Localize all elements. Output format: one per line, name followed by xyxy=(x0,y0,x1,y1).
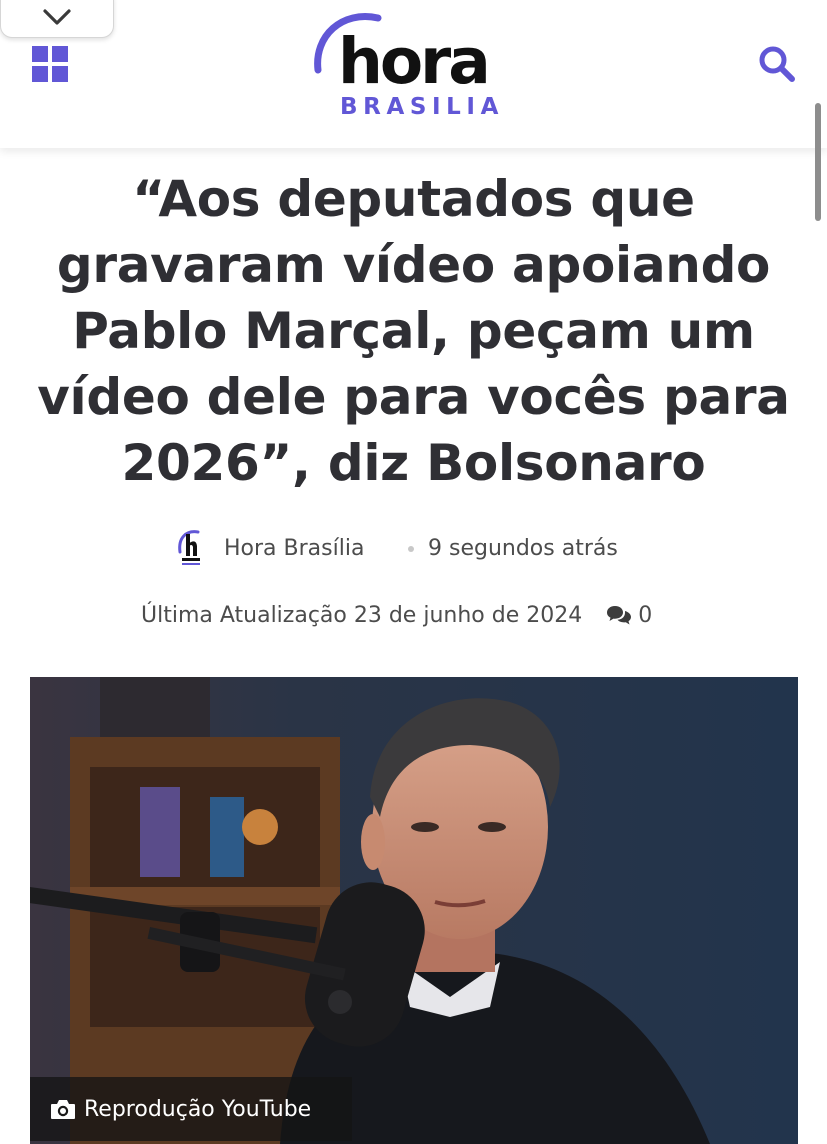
article-title: “Aos deputados que gravaram vídeo apoian… xyxy=(37,170,790,492)
camera-icon xyxy=(51,1100,75,1119)
site-logo[interactable]: hora BRASILIA xyxy=(312,8,522,128)
comment-count: 0 xyxy=(638,602,653,628)
caption-text: Reprodução YouTube xyxy=(84,1096,312,1122)
comments-icon xyxy=(607,606,632,625)
grid-icon[interactable] xyxy=(32,46,68,82)
logo-subtitle: BRASILIA xyxy=(340,94,504,120)
last-updated: Última Atualização 23 de junho de 2024 xyxy=(141,602,583,628)
chevron-down-icon xyxy=(43,8,71,25)
publish-time: 9 segundos atrás xyxy=(428,536,618,561)
site-header: hora BRASILIA xyxy=(0,0,827,148)
comments-link[interactable]: 0 xyxy=(606,603,652,628)
search-icon[interactable] xyxy=(758,45,796,83)
article-hero-image[interactable] xyxy=(30,677,798,1144)
image-caption: Reprodução YouTube xyxy=(30,1077,352,1141)
author-avatar[interactable] xyxy=(176,526,206,566)
separator-dot xyxy=(408,546,414,552)
page-scrollbar[interactable] xyxy=(815,103,821,221)
hero-photo xyxy=(30,677,798,1144)
logo-word: hora xyxy=(338,25,491,98)
collapse-tab[interactable] xyxy=(0,0,114,38)
article-byline: Hora Brasília 9 segundos atrás xyxy=(0,526,827,572)
updated-line: Última Atualização 23 de junho de 2024 0 xyxy=(141,600,652,630)
author-name[interactable]: Hora Brasília xyxy=(224,536,364,561)
